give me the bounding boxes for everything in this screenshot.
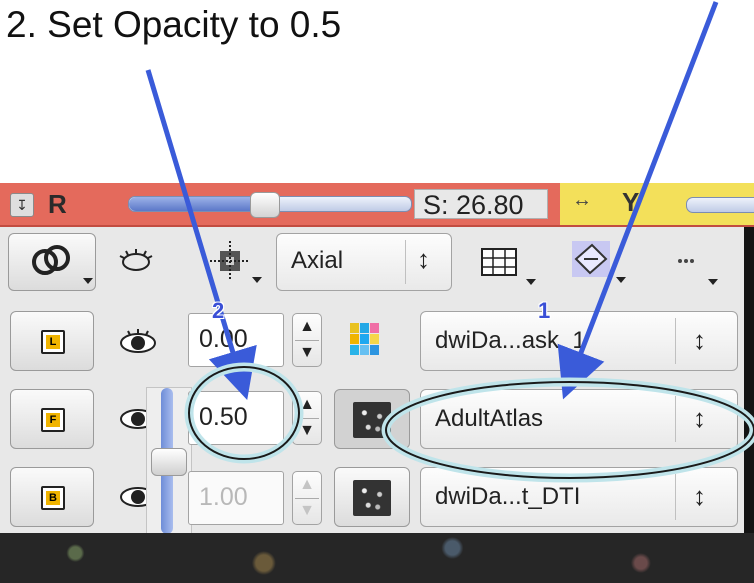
opacity-slider-handle[interactable] xyxy=(151,448,187,476)
slice-controller-bar: ↧ R S: 26.80 ↔ Y xyxy=(0,183,754,227)
background-layer-badge: B xyxy=(46,491,60,505)
eye-outline-icon[interactable] xyxy=(116,247,156,277)
view-name-label: R xyxy=(48,189,67,219)
crosshair-grid-icon[interactable] xyxy=(208,241,262,285)
view-edge xyxy=(744,227,754,533)
up-down-chevron-icon: ↕ xyxy=(693,325,706,355)
label-opacity-field[interactable]: 0.00 xyxy=(188,313,284,367)
foreground-opacity-stepper[interactable]: ▲ ▼ xyxy=(292,391,322,445)
background-layer-button[interactable]: B xyxy=(10,467,94,527)
background-color-map-button[interactable] xyxy=(334,467,410,527)
grid-layout-icon[interactable] xyxy=(478,243,536,287)
step-one-marker: 1 xyxy=(538,298,551,323)
background-opacity-field[interactable]: 1.00 xyxy=(188,471,284,525)
opacity-slider[interactable] xyxy=(146,387,192,535)
step-two-marker: 2 xyxy=(212,298,225,323)
foreground-opacity-field[interactable]: 0.50 xyxy=(188,391,284,445)
linked-view-slider[interactable] xyxy=(686,197,754,213)
up-down-chevron-icon: ↕ xyxy=(693,481,706,511)
grayscale-map-icon xyxy=(353,480,391,516)
background-volume-selector[interactable]: dwiDa...t_DTI ↕ xyxy=(420,467,738,527)
label-layer-button[interactable]: L xyxy=(10,311,94,371)
eye-icon[interactable] xyxy=(114,327,162,357)
label-volume-name: dwiDa...ask_1 xyxy=(435,327,586,354)
slice-slider-fill xyxy=(129,197,265,211)
caption: 2. Set Opacity to 0.5 xyxy=(6,4,342,45)
foreground-layer-badge: F xyxy=(46,413,60,427)
slice-offset-value[interactable]: S: 26.80 xyxy=(414,189,548,220)
orientation-value: Axial xyxy=(291,247,344,274)
foreground-color-map-button[interactable] xyxy=(334,389,410,449)
slice-offset-slider[interactable] xyxy=(128,192,412,218)
collapse-arrow-icon[interactable]: ↔ xyxy=(572,189,592,212)
reformat-plane-icon[interactable] xyxy=(566,237,626,287)
pin-icon[interactable]: ↧ xyxy=(10,193,34,217)
link-rings-icon[interactable] xyxy=(8,233,96,291)
more-options-icon[interactable] xyxy=(670,251,720,287)
foreground-volume-selector[interactable]: AdultAtlas ↕ xyxy=(420,389,738,449)
grayscale-map-icon xyxy=(353,402,391,438)
slice-controller-panel: Axial ↕ L 0.00 ▲ ▼ dwiDa...ask_1 ↕ F 0.5… xyxy=(0,227,754,535)
eye-icon[interactable] xyxy=(114,481,156,513)
up-down-chevron-icon: ↕ xyxy=(693,403,706,433)
label-opacity-stepper[interactable]: ▲ ▼ xyxy=(292,313,322,367)
up-down-chevron-icon: ↕ xyxy=(417,244,430,274)
orientation-selector[interactable]: Axial ↕ xyxy=(276,233,452,291)
linked-view-bar: ↔ Y xyxy=(560,183,754,225)
background-volume-name: dwiDa...t_DTI xyxy=(435,483,581,510)
linked-view-letter: Y xyxy=(622,187,640,217)
slice-slider-handle[interactable] xyxy=(250,192,281,218)
foreground-volume-name: AdultAtlas xyxy=(435,405,544,432)
eye-icon[interactable] xyxy=(114,403,156,435)
background-opacity-stepper[interactable]: ▲ ▼ xyxy=(292,471,322,525)
foreground-layer-button[interactable]: F xyxy=(10,389,94,449)
label-volume-selector[interactable]: dwiDa...ask_1 ↕ xyxy=(420,311,738,371)
color-table-icon[interactable] xyxy=(346,319,390,359)
label-layer-badge: L xyxy=(46,335,60,349)
slice-view-image xyxy=(0,533,754,583)
